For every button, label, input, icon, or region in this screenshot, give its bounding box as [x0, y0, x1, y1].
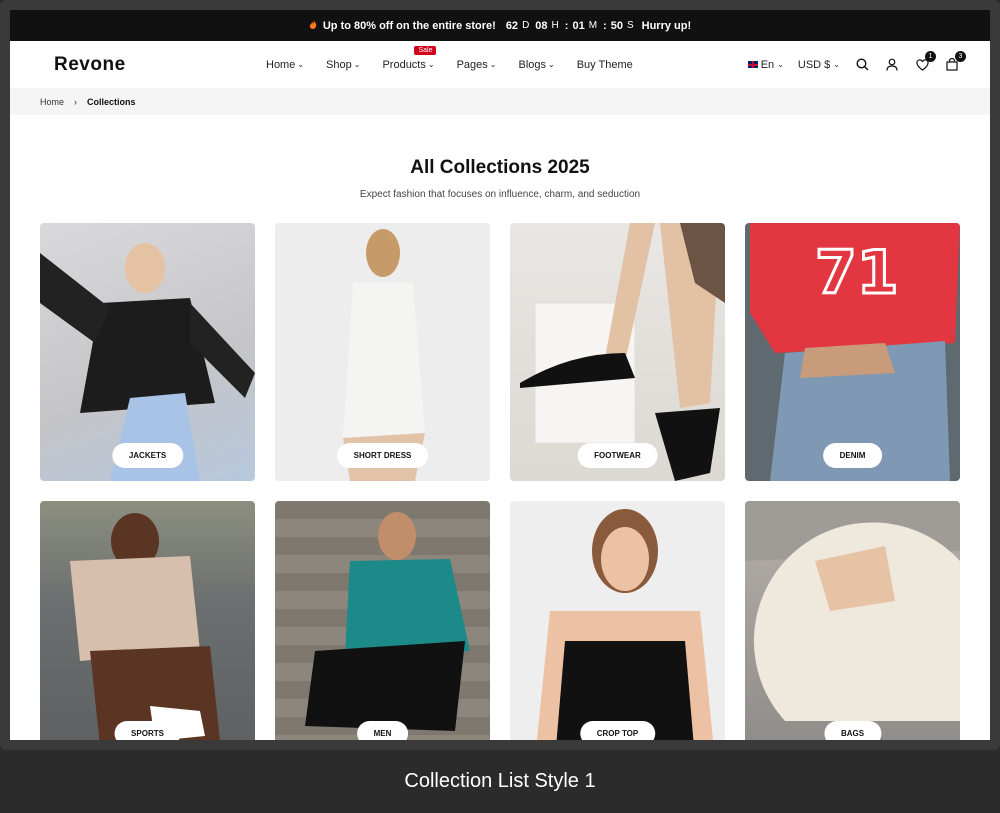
collection-card-men[interactable]: MEN [275, 501, 490, 740]
nav-pages-label: Pages [456, 58, 488, 71]
collection-card-jackets[interactable]: JACKETS [40, 223, 255, 481]
collection-grid: JACKETS SHORT DRESS FOOTWEAR 71 DENIM SP… [40, 223, 961, 740]
countdown-minutes: 01 [572, 19, 585, 32]
countdown-seconds: 50 [610, 19, 623, 32]
announcement-bar: Up to 80% off on the entire store! 62 D 0… [10, 10, 990, 41]
breadcrumb-home[interactable]: Home [40, 97, 64, 107]
chevron-down-icon: ⌄ [489, 60, 497, 69]
collection-card-sports[interactable]: SPORTS [40, 501, 255, 740]
main-nav: Home ⌄ Shop ⌄ Sale Products ⌄ Pages ⌄ Blogs ⌄ … [266, 45, 633, 71]
promo-text: Up to 80% off on the entire store! [322, 19, 496, 32]
cart-icon[interactable]: 3 [944, 50, 966, 73]
currency-label: USD $ [797, 58, 831, 71]
sports-image [70, 513, 220, 740]
collection-card-footwear[interactable]: FOOTWEAR [510, 223, 725, 481]
page-title: All Collections 2025 [410, 157, 590, 178]
countdown-days: 62 [505, 19, 519, 32]
store-page: Up to 80% off on the entire store! 62 D 0… [10, 10, 990, 740]
language-label: En [760, 58, 775, 71]
collection-card-bags[interactable]: BAGS [745, 501, 960, 740]
nav-buy-theme[interactable]: Buy Theme [577, 59, 633, 71]
sale-badge: Sale [414, 45, 437, 55]
nav-blogs[interactable]: Blogs ⌄ [518, 59, 554, 71]
nav-home[interactable]: Home ⌄ [266, 59, 304, 71]
search-icon[interactable] [854, 57, 870, 73]
header-tools: En ⌄ USD $ ⌄ 1 3 [747, 50, 966, 73]
nav-buy-theme-label: Buy Theme [576, 58, 633, 71]
men-image [305, 512, 470, 731]
promo-cta: Hurry up! [641, 19, 692, 32]
collections-heading: All Collections 2025 Expect fashion that… [10, 157, 990, 200]
collection-label-footwear[interactable]: FOOTWEAR [577, 443, 658, 468]
collection-card-crop-top[interactable]: CROP TOP [510, 501, 725, 740]
language-selector[interactable]: En ⌄ [747, 58, 784, 71]
chevron-down-icon: ⌄ [353, 60, 361, 69]
page-subtitle: Expect fashion that focuses on influence… [359, 189, 641, 200]
caption-title: Collection List Style 1 [404, 770, 596, 792]
nav-shop-label: Shop [326, 58, 352, 71]
cart-count: 3 [955, 50, 966, 62]
collection-card-short-dress[interactable]: SHORT DRESS [275, 223, 490, 481]
collection-label-denim[interactable]: DENIM [822, 443, 883, 468]
flame-icon [309, 19, 317, 32]
breadcrumb: Home › Collections [10, 88, 990, 115]
chevron-down-icon: ⌄ [777, 60, 784, 69]
collection-label-men[interactable]: MEN [356, 721, 409, 740]
nav-shop[interactable]: Shop ⌄ [326, 59, 360, 71]
wishlist-icon[interactable]: 1 [914, 50, 936, 73]
countdown-hours: 08 [535, 19, 548, 32]
nav-pages[interactable]: Pages ⌄ [457, 59, 497, 71]
browser-frame: Up to 80% off on the entire store! 62 D 0… [0, 0, 1000, 750]
nav-products-label: Products [382, 58, 426, 71]
chevron-right-icon: › [74, 96, 78, 107]
site-logo[interactable]: Revone [54, 54, 264, 76]
nav-home-label: Home [266, 58, 296, 71]
countdown-separator: : [603, 19, 607, 32]
currency-selector[interactable]: USD $ ⌄ [798, 59, 840, 71]
collection-label-sports[interactable]: SPORTS [114, 721, 181, 740]
svg-text:71: 71 [815, 238, 899, 308]
chevron-down-icon: ⌄ [548, 60, 555, 69]
chevron-down-icon: ⌄ [427, 60, 435, 69]
collection-card-denim[interactable]: 71 DENIM [745, 223, 960, 481]
collection-label-bags[interactable]: BAGS [823, 721, 882, 740]
countdown: 62 D 08 H : 01 M : 50 S [506, 20, 636, 32]
site-header: Revone Home ⌄ Shop ⌄ Sale Products ⌄ Pages ⌄ … [10, 41, 990, 88]
nav-blogs-label: Blogs [518, 58, 547, 71]
collection-label-short-dress[interactable]: SHORT DRESS [336, 443, 429, 468]
nav-products[interactable]: Sale Products ⌄ [382, 45, 437, 71]
countdown-hours-unit: H [551, 20, 559, 31]
countdown-minutes-unit: M [588, 20, 598, 31]
collection-label-crop-top[interactable]: CROP TOP [579, 721, 656, 740]
wishlist-count: 1 [925, 50, 936, 62]
chevron-down-icon: ⌄ [833, 60, 840, 69]
breadcrumb-current: Collections [87, 96, 136, 107]
countdown-seconds-unit: S [626, 20, 634, 31]
account-icon[interactable] [884, 57, 900, 73]
bags-image [745, 501, 960, 721]
countdown-days-unit: D [522, 20, 530, 31]
countdown-separator: : [564, 19, 569, 32]
chevron-down-icon: ⌄ [297, 60, 305, 69]
collection-label-jackets[interactable]: JACKETS [111, 443, 184, 468]
uk-flag-icon [747, 61, 758, 68]
crop-top-image [536, 509, 714, 740]
